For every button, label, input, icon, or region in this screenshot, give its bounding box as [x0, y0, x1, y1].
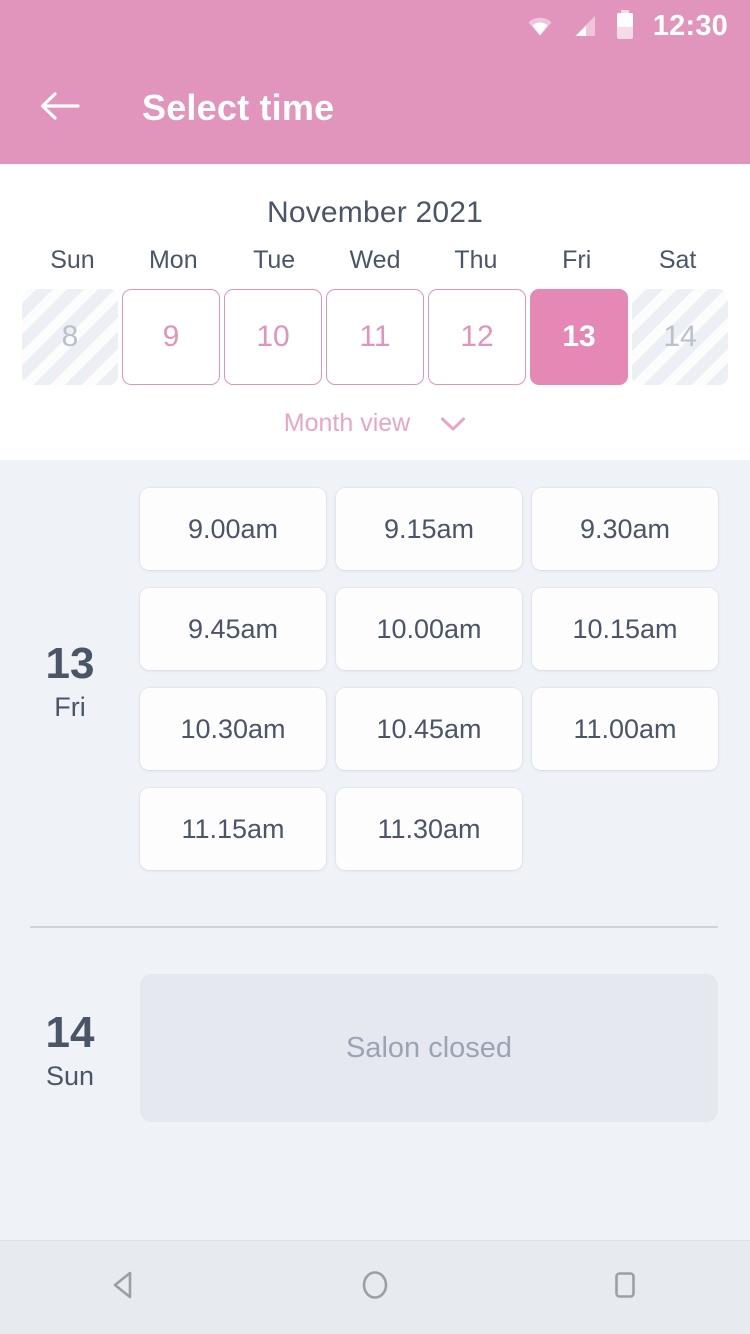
weekday-label-wed: Wed: [349, 246, 401, 274]
calendar-day-11[interactable]: 11: [326, 289, 424, 385]
wifi-icon: [527, 15, 553, 37]
schedule-day-number: 13: [45, 638, 95, 688]
time-slot[interactable]: 9.30am: [532, 488, 718, 570]
nav-home-button[interactable]: [330, 1253, 420, 1323]
time-slot[interactable]: 11.30am: [336, 788, 522, 870]
calendar-day-9[interactable]: 9: [122, 289, 220, 385]
triangle-back-icon: [108, 1268, 142, 1307]
weekday-label-thu: Thu: [454, 246, 498, 274]
schedule-day-name: Sun: [45, 1060, 95, 1091]
calendar-weekday-header: Sun Mon Tue Wed Thu Fri Sat: [0, 246, 750, 289]
time-slot[interactable]: 11.15am: [140, 788, 326, 870]
schedule-day-number: 14: [45, 1007, 95, 1057]
schedule-day-name: Fri: [54, 691, 86, 722]
phone-screen: 12:30 Select time November 2021 Sun Mon …: [0, 0, 750, 1334]
chevron-down-icon: [440, 416, 466, 432]
time-slot[interactable]: 9.45am: [140, 588, 326, 670]
time-slot[interactable]: 9.00am: [140, 488, 326, 570]
weekday-label-fri: Fri: [562, 246, 592, 274]
page-title: Select time: [142, 87, 335, 128]
arrow-left-icon: [39, 91, 81, 126]
nav-back-button[interactable]: [80, 1253, 170, 1323]
weekday-label-tue: Tue: [253, 246, 296, 274]
time-slot[interactable]: 10.15am: [532, 588, 718, 670]
schedule-day-14-label: 14 Sun: [0, 974, 140, 1122]
calendar-card: November 2021 Sun Mon Tue Wed Thu Fri Sa…: [0, 164, 750, 460]
time-slot-grid: 9.00am 9.15am 9.30am 9.45am 10.00am 10.1…: [140, 488, 728, 870]
time-slot[interactable]: 10.45am: [336, 688, 522, 770]
battery-icon: [616, 10, 633, 39]
back-button[interactable]: [30, 78, 90, 138]
schedule-day-14: 14 Sun Salon closed: [0, 928, 750, 1122]
schedule-day-13: 13 Fri 9.00am 9.15am 9.30am 9.45am 10.00…: [0, 488, 750, 870]
weekday-label-sat: Sat: [658, 246, 697, 274]
status-bar-icons: [527, 10, 633, 39]
time-slot[interactable]: 9.15am: [336, 488, 522, 570]
schedule-day-13-label: 13 Fri: [0, 488, 140, 870]
status-bar: 12:30: [0, 0, 750, 52]
android-nav-bar: [0, 1240, 750, 1334]
weekday-label-mon: Mon: [148, 246, 198, 274]
calendar-day-13-selected[interactable]: 13: [530, 289, 628, 385]
nav-recents-button[interactable]: [580, 1253, 670, 1323]
calendar-days-row: 8 9 10 11 12 13 14: [0, 289, 750, 385]
calendar-day-10[interactable]: 10: [224, 289, 322, 385]
app-bar: Select time: [0, 52, 750, 164]
circle-home-icon: [358, 1268, 392, 1307]
time-slot[interactable]: 11.00am: [532, 688, 718, 770]
status-bar-clock: 12:30: [652, 9, 728, 42]
calendar-day-14: 14: [632, 289, 728, 385]
salon-closed-notice: Salon closed: [140, 974, 718, 1122]
time-slot[interactable]: 10.00am: [336, 588, 522, 670]
calendar-month-title: November 2021: [266, 196, 484, 229]
square-recents-icon: [608, 1268, 642, 1307]
calendar-day-12[interactable]: 12: [428, 289, 526, 385]
time-slot[interactable]: 10.30am: [140, 688, 326, 770]
signal-icon: [573, 15, 597, 37]
schedule-region: 13 Fri 9.00am 9.15am 9.30am 9.45am 10.00…: [0, 460, 750, 1122]
month-view-label: Month view: [283, 409, 411, 437]
calendar-day-8: 8: [22, 289, 118, 385]
month-view-toggle[interactable]: Month view: [0, 385, 750, 438]
weekday-label-sun: Sun: [50, 246, 95, 274]
